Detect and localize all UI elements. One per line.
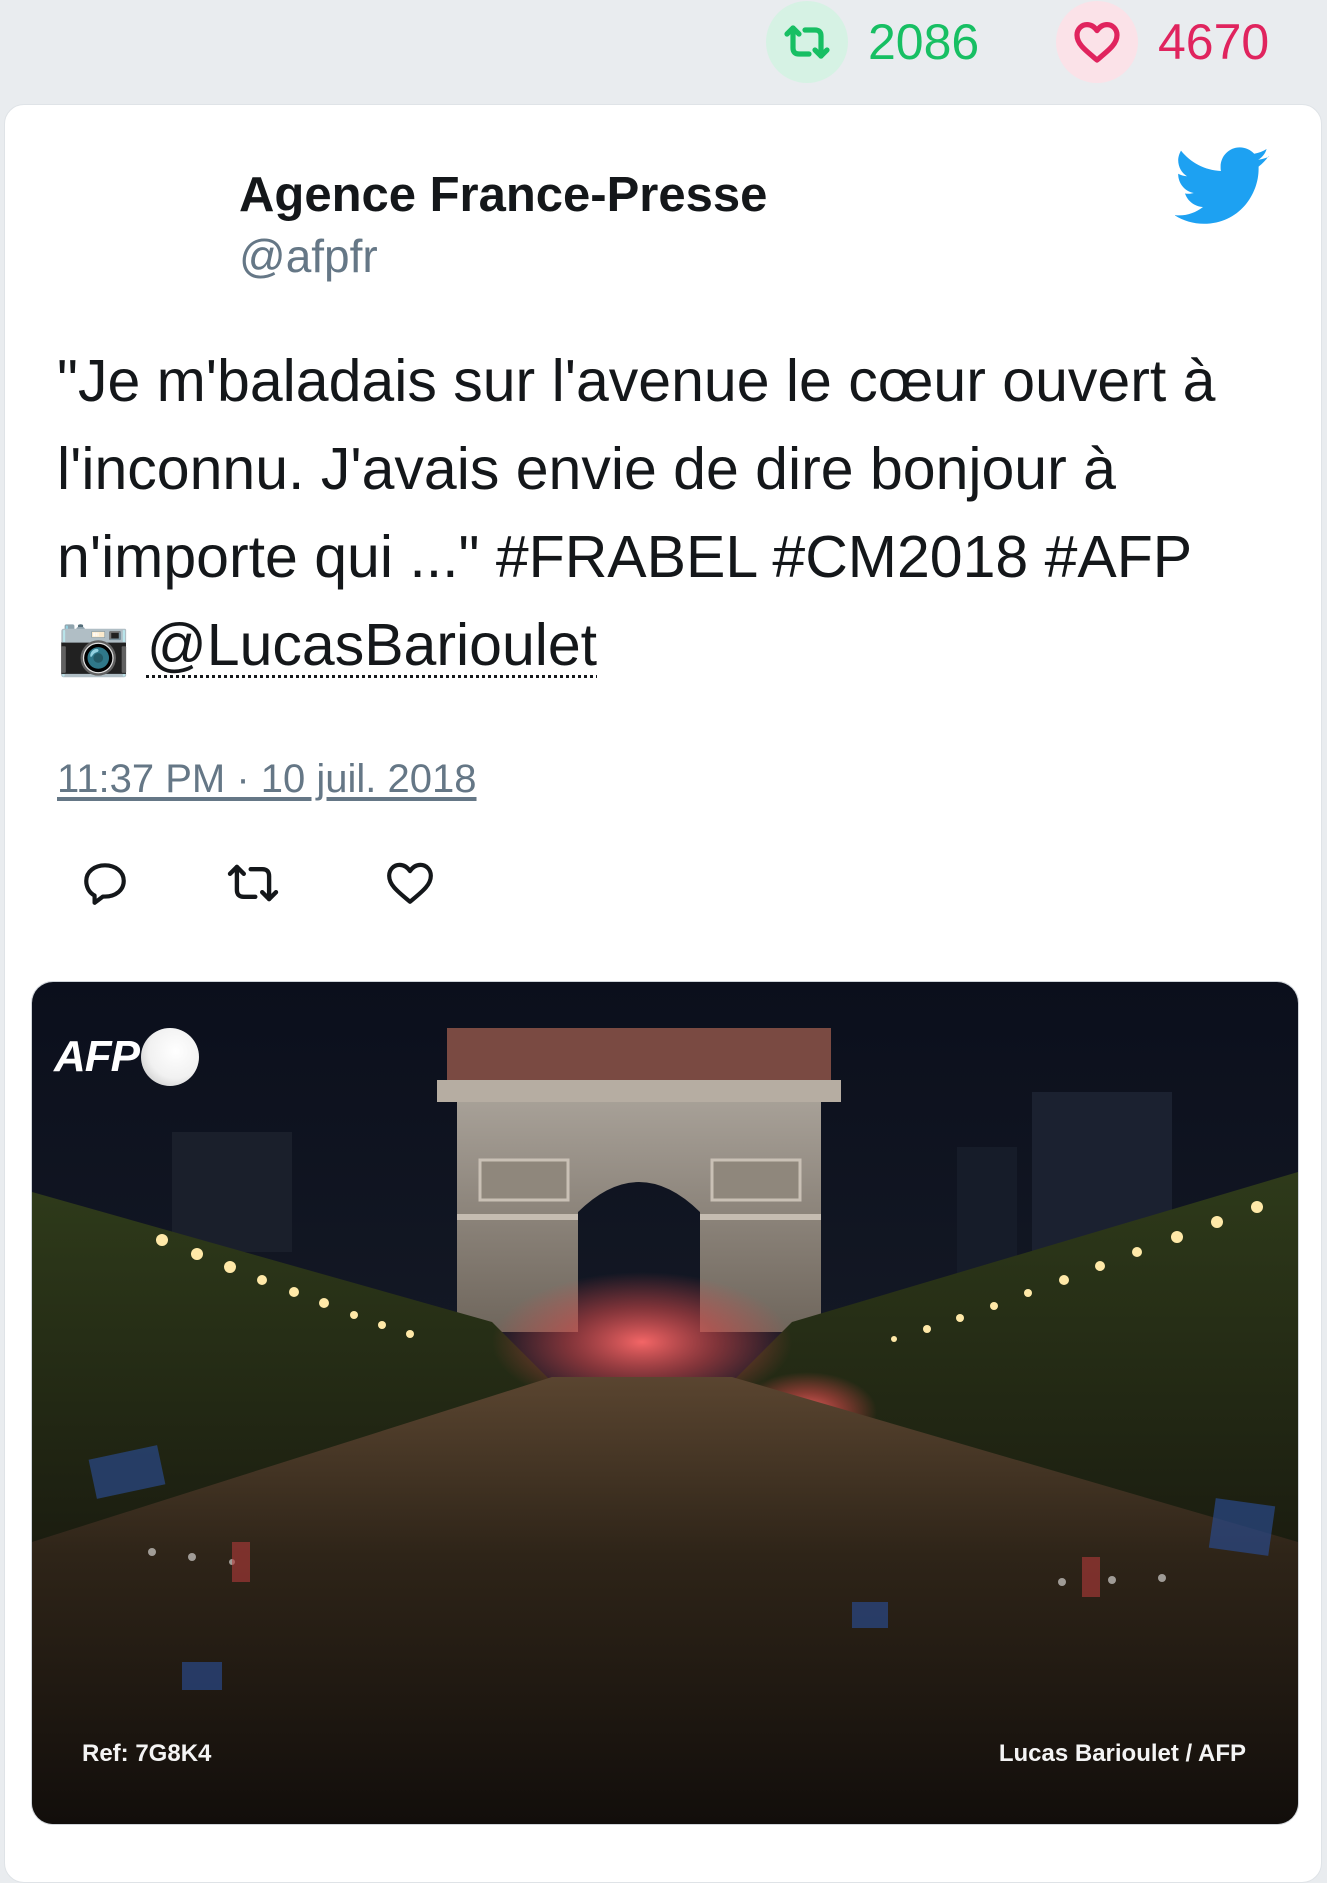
afp-globe-icon	[141, 1028, 199, 1086]
author-name[interactable]: Agence France-Presse	[239, 167, 767, 223]
like-button[interactable]	[382, 855, 438, 911]
heart-action-icon	[387, 862, 433, 904]
twitter-bird-icon[interactable]	[1174, 145, 1271, 229]
photo-credit: Lucas Barioulet / AFP	[998, 1740, 1246, 1767]
champs-elysees-night-photo	[32, 982, 1298, 1824]
retweet-icon[interactable]	[766, 1, 848, 83]
reply-button[interactable]	[77, 855, 133, 911]
like-count: 4670	[1158, 14, 1270, 70]
afp-logo: AFP	[54, 1028, 199, 1086]
tweet-card: Agence France-Presse @afpfr "Je m'balada…	[4, 104, 1322, 1883]
heart-icon[interactable]	[1056, 1, 1138, 83]
author-handle[interactable]: @afpfr	[239, 229, 378, 283]
reply-icon	[84, 863, 126, 905]
mention-link[interactable]: @LucasBarioulet	[147, 612, 597, 678]
tweet-stats-bar: 2086 4670	[0, 0, 1327, 100]
retweet-action-icon	[227, 864, 279, 902]
photo-ref: Ref: 7G8K4	[82, 1740, 212, 1767]
tweet-body: "Je m'baladais sur l'avenue le cœur ouve…	[57, 348, 1216, 590]
tweet-timestamp[interactable]: 11:37 PM · 10 juil. 2018	[57, 757, 477, 802]
tweet-photo[interactable]: AFP Ref: 7G8K4 Lucas Barioulet / AFP	[31, 981, 1299, 1825]
camera-icon: 📷	[57, 612, 131, 678]
retweet-button[interactable]	[225, 855, 281, 911]
afp-logo-text: AFP	[54, 1032, 140, 1081]
tweet-text: "Je m'baladais sur l'avenue le cœur ouve…	[57, 337, 1277, 689]
retweet-stat[interactable]: 2086	[766, 0, 979, 84]
like-stat[interactable]: 4670	[1056, 0, 1269, 84]
tweet-actions	[57, 855, 557, 915]
retweet-count: 2086	[868, 14, 980, 70]
